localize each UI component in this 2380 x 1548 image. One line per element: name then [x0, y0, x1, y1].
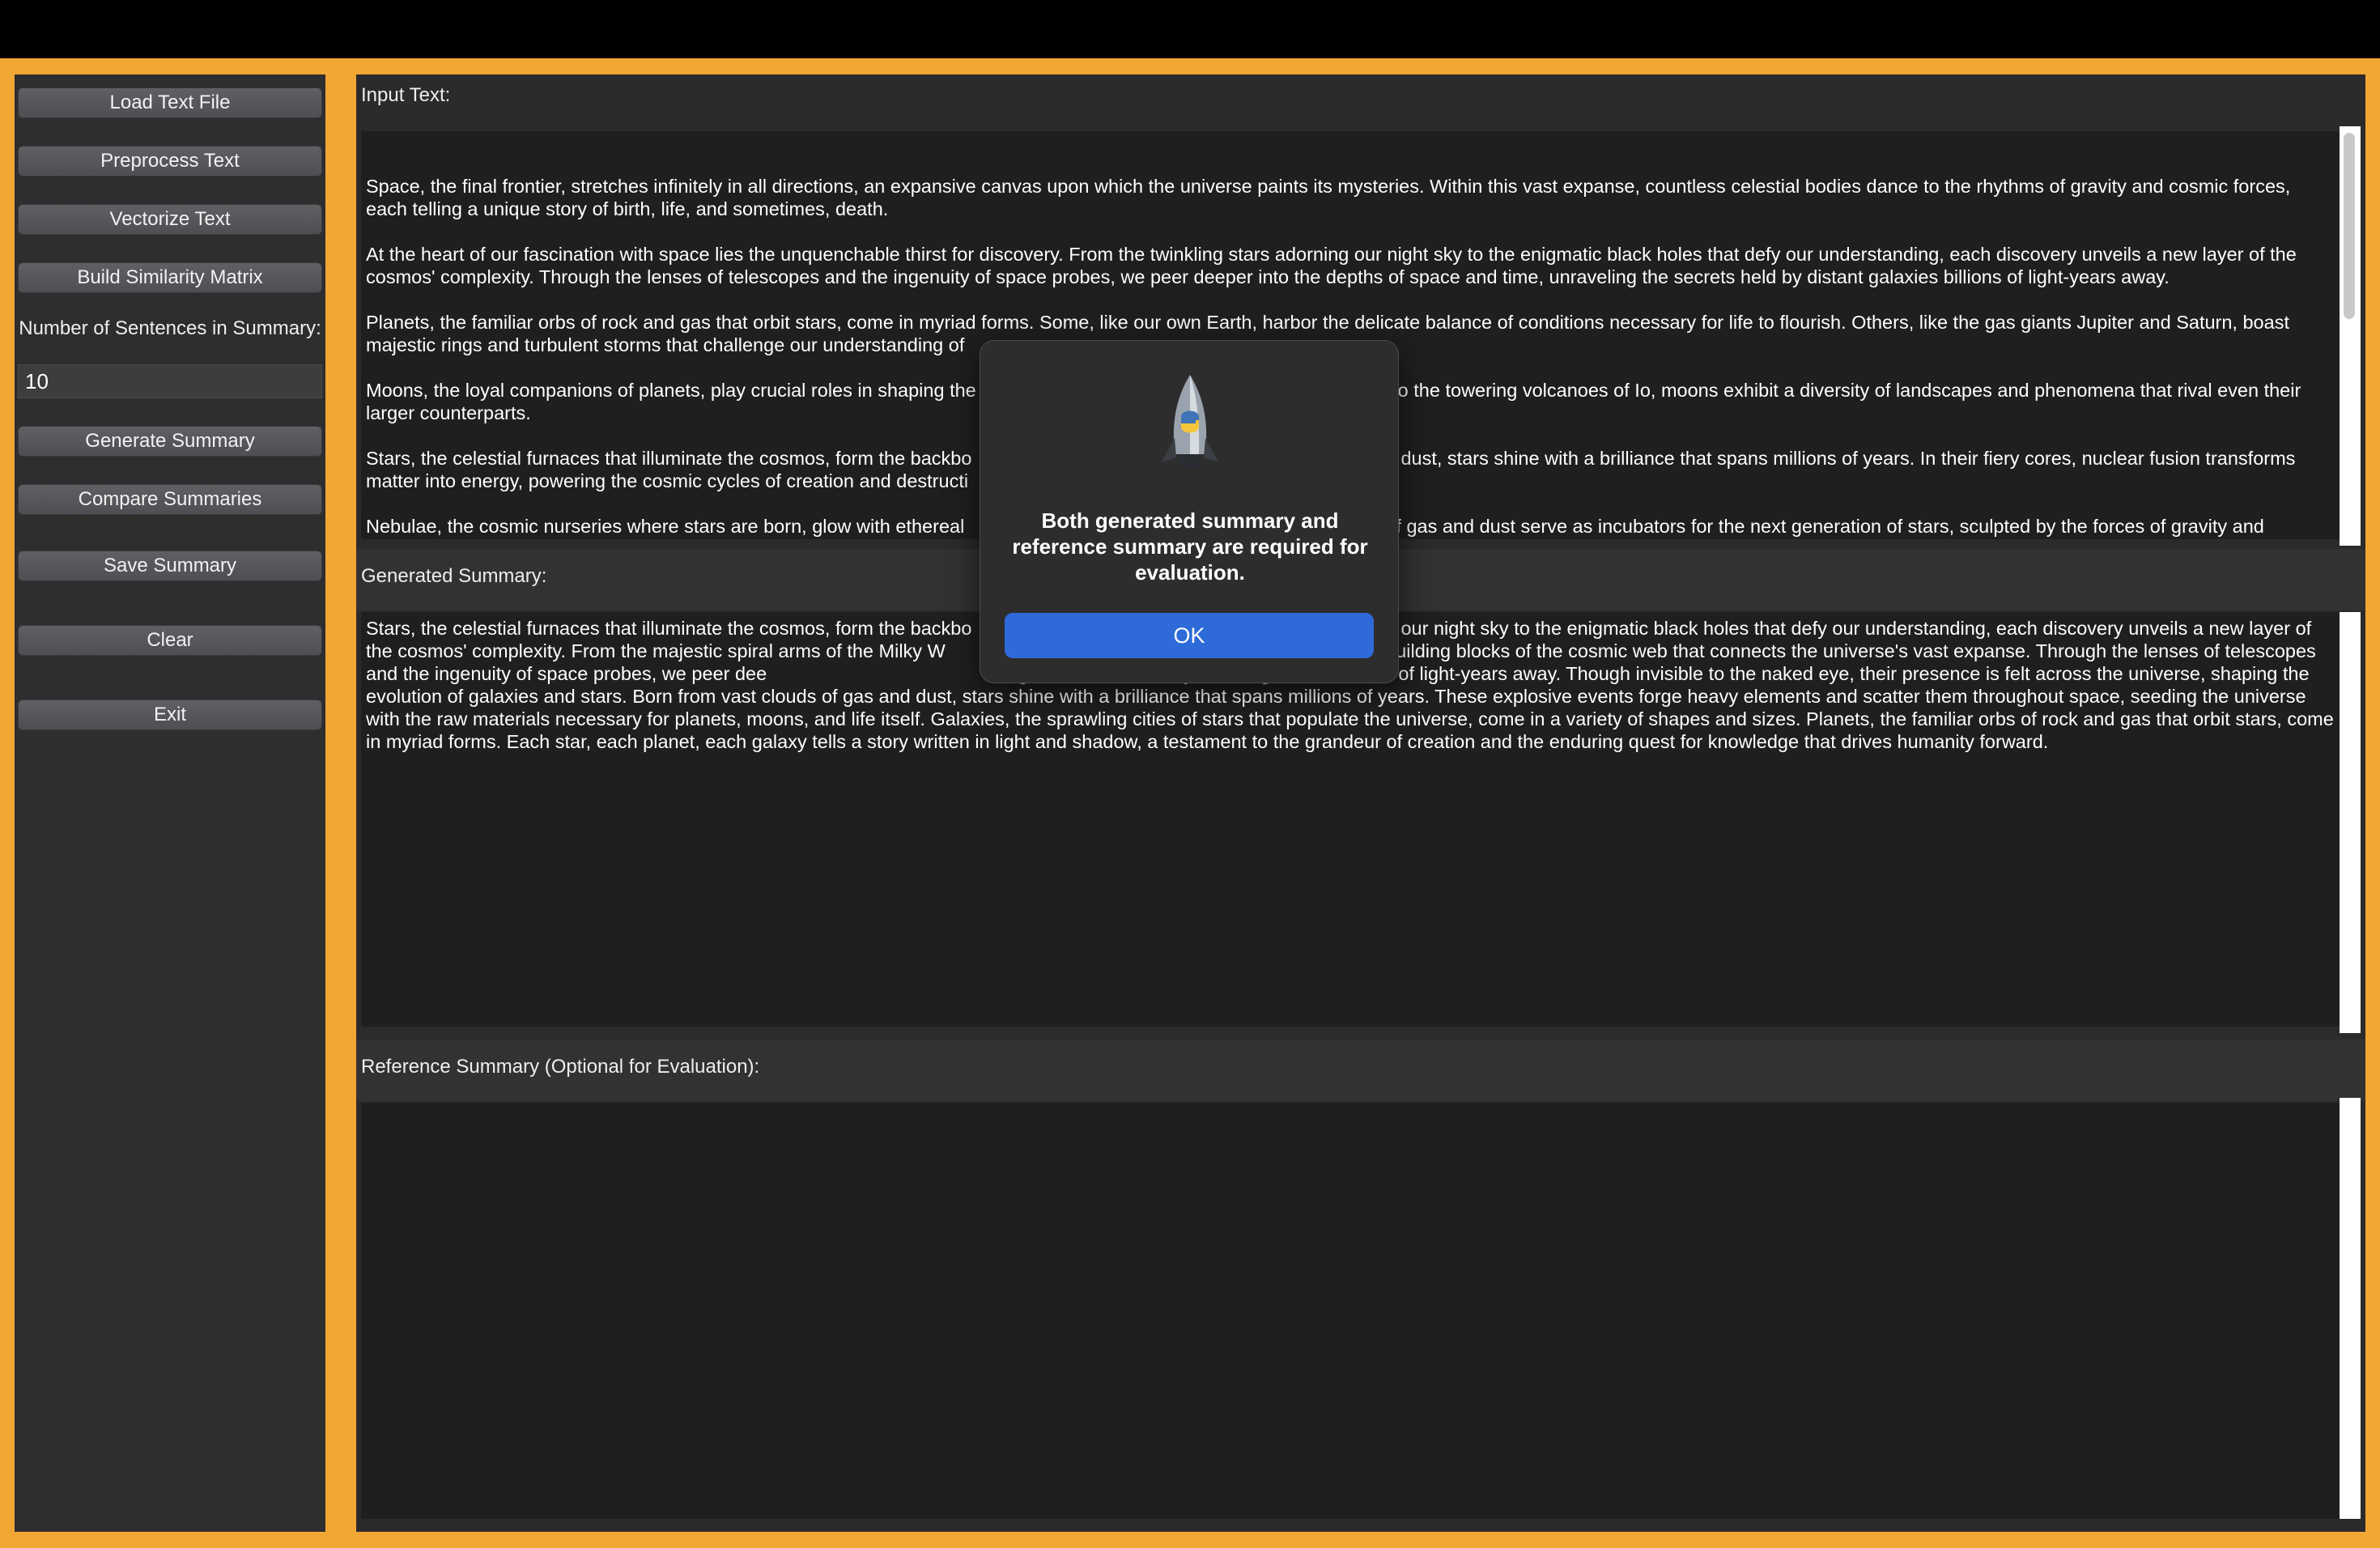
- dialog-message: Both generated summary and reference sum…: [1012, 508, 1368, 585]
- generated-scrollbar[interactable]: [2340, 612, 2361, 1033]
- sidebar: Load Text File Preprocess Text Vectorize…: [15, 74, 325, 1532]
- input-paragraph: Space, the final frontier, stretches inf…: [366, 176, 2291, 219]
- build-similarity-matrix-button[interactable]: Build Similarity Matrix: [18, 262, 322, 293]
- generate-summary-button[interactable]: Generate Summary: [18, 426, 322, 457]
- clear-button[interactable]: Clear: [18, 625, 322, 656]
- preprocess-text-button[interactable]: Preprocess Text: [18, 146, 322, 176]
- num-sentences-label: Number of Sentences in Summary:: [19, 317, 321, 339]
- alert-dialog: Both generated summary and reference sum…: [980, 340, 1399, 683]
- reference-header: Reference Summary (Optional for Evaluati…: [356, 1040, 2365, 1101]
- reference-summary-area[interactable]: [361, 1103, 2340, 1519]
- ok-button[interactable]: OK: [1005, 613, 1374, 658]
- python-rocket-icon: [1162, 375, 1218, 467]
- save-summary-button[interactable]: Save Summary: [18, 551, 322, 581]
- load-text-file-button[interactable]: Load Text File: [18, 87, 322, 118]
- input-scrollbar-thumb[interactable]: [2344, 133, 2355, 319]
- title-bar: [0, 0, 2380, 58]
- input-scrollbar[interactable]: [2340, 126, 2361, 546]
- reference-summary-label: Reference Summary (Optional for Evaluati…: [361, 1056, 760, 1078]
- input-paragraph: At the heart of our fascination with spa…: [366, 244, 2297, 287]
- input-text-label: Input Text:: [361, 84, 451, 106]
- reference-scrollbar[interactable]: [2340, 1098, 2361, 1519]
- vectorize-text-button[interactable]: Vectorize Text: [18, 204, 322, 235]
- compare-summaries-button[interactable]: Compare Summaries: [18, 484, 322, 515]
- exit-button[interactable]: Exit: [18, 700, 322, 730]
- num-sentences-input[interactable]: [18, 364, 322, 398]
- generated-summary-label: Generated Summary:: [361, 565, 547, 587]
- main-panel: Input Text: Space, the final frontier, s…: [356, 74, 2365, 1532]
